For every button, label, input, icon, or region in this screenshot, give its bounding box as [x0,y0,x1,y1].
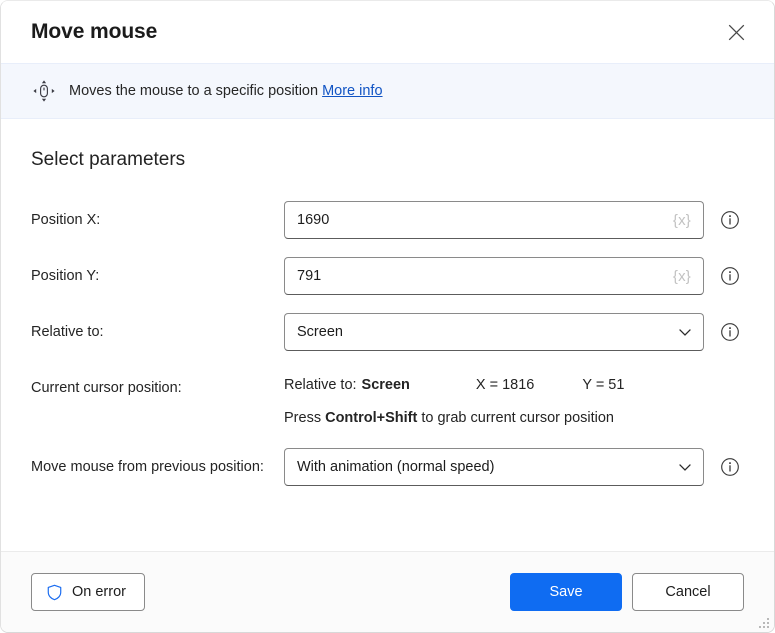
banner-description: Moves the mouse to a specific position M… [69,83,383,99]
dialog-titlebar: Move mouse [1,1,774,63]
page-title: Move mouse [31,20,158,43]
info-icon [721,211,739,229]
save-label: Save [549,584,583,600]
save-button[interactable]: Save [510,573,622,611]
shield-icon [47,584,62,600]
move-mouse-icon [31,78,57,104]
field-row-position-y: Position Y: 791 {x} [31,257,744,295]
position-x-value: 1690 [297,212,330,228]
field-row-relative-to: Relative to: Screen [31,313,744,351]
cursor-grab-hint: Press Control+Shift to grab current curs… [284,410,744,426]
cancel-label: Cancel [665,584,711,600]
label-relative-to: Relative to: [31,324,104,340]
cursor-y-readout: Y = 51 [582,377,625,393]
move-animation-dropdown[interactable]: With animation (normal speed) [284,448,704,486]
position-y-value: 791 [297,268,322,284]
info-button-move-animation[interactable] [704,448,740,482]
parameters-panel: Select parameters Position X: 1690 {x} P… [1,119,774,551]
label-move-animation: Move mouse from previous position: [31,459,264,475]
label-position-x: Position X: [31,212,101,228]
cursor-x-readout: X = 1816 [475,377,535,393]
info-button-position-x[interactable] [704,201,740,235]
section-title: Select parameters [31,149,186,170]
current-cursor-readout: Relative to: Screen X = 1816 Y = 51 Pres… [284,369,744,426]
move-mouse-dialog: Move mouse Moves the mouse to a specific… [0,0,775,633]
info-button-position-y[interactable] [704,257,740,291]
on-error-button[interactable]: On error [31,573,145,611]
hint-suffix: to grab current cursor position [417,410,614,426]
resize-grip-icon[interactable] [756,615,769,628]
close-button[interactable] [714,13,758,51]
variable-icon[interactable]: {x} [673,268,693,285]
field-row-move-animation: Move mouse from previous position: With … [31,448,744,486]
info-icon [721,323,739,341]
field-row-position-x: Position X: 1690 {x} [31,201,744,239]
position-y-input[interactable]: 791 {x} [284,257,704,295]
move-animation-value: With animation (normal speed) [297,459,495,475]
description-banner: Moves the mouse to a specific position M… [1,63,774,119]
relative-to-dropdown[interactable]: Screen [284,313,704,351]
banner-description-text: Moves the mouse to a specific position [69,83,319,99]
chevron-down-icon [679,329,691,336]
on-error-label: On error [72,584,126,600]
field-row-current-cursor-position: Current cursor position: Relative to: Sc… [31,369,744,426]
close-icon [728,24,744,40]
hint-prefix: Press [284,410,326,426]
label-position-y: Position Y: [31,268,100,284]
position-x-input[interactable]: 1690 {x} [284,201,704,239]
cursor-relative-to-value: Screen [361,377,410,393]
chevron-down-icon [679,464,691,471]
label-current-cursor-position: Current cursor position: [31,380,182,396]
cursor-relative-to-label: Relative to: [284,377,357,393]
info-icon [721,458,739,476]
hint-shortcut-keys: Control+Shift [325,410,418,426]
more-info-link[interactable]: More info [322,83,382,99]
cancel-button[interactable]: Cancel [632,573,744,611]
variable-icon[interactable]: {x} [673,212,693,229]
info-icon [721,267,739,285]
dialog-footer: On error Save Cancel [1,551,774,632]
relative-to-value: Screen [297,324,343,340]
info-button-relative-to[interactable] [704,313,740,347]
